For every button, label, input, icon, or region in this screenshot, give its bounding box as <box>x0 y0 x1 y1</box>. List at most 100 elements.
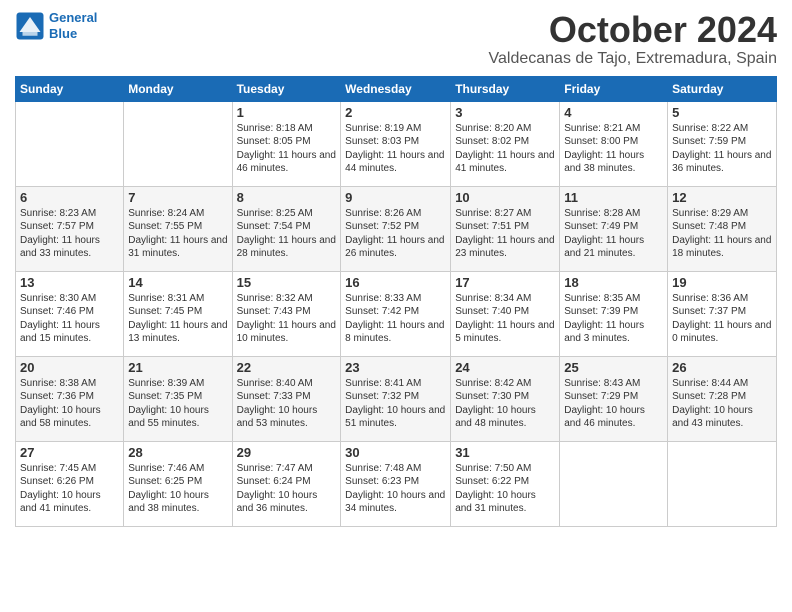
calendar-cell: 29 Sunrise: 7:47 AM Sunset: 6:24 PM Dayli… <box>232 441 341 526</box>
day-number: 17 <box>455 275 555 290</box>
calendar-cell: 18Sunrise: 8:35 AM Sunset: 7:39 PM Dayli… <box>560 271 668 356</box>
logo-text: General Blue <box>49 10 97 41</box>
day-info: Sunrise: 8:31 AM Sunset: 7:45 PM Dayligh… <box>128 292 227 346</box>
day-info: Sunrise: 8:39 AM Sunset: 7:35 PM Dayligh… <box>128 377 227 431</box>
day-info: Sunrise: 8:18 AM Sunset: 8:05 PM Dayligh… <box>237 122 337 176</box>
column-header-saturday: Saturday <box>668 76 777 101</box>
title-block: October 2024 Valdecanas de Tajo, Extrema… <box>489 10 777 68</box>
day-number: 9 <box>345 190 446 205</box>
calendar-cell: 31 Sunrise: 7:50 AM Sunset: 6:22 PM Dayli… <box>451 441 560 526</box>
calendar-header-row: SundayMondayTuesdayWednesdayThursdayFrid… <box>16 76 777 101</box>
calendar-cell <box>560 441 668 526</box>
day-number: 3 <box>455 105 555 120</box>
day-number: 29 <box>237 445 337 460</box>
day-number: 2 <box>345 105 446 120</box>
calendar-cell: 26Sunrise: 8:44 AM Sunset: 7:28 PM Dayli… <box>668 356 777 441</box>
month-title: October 2024 <box>489 10 777 50</box>
day-number: 22 <box>237 360 337 375</box>
calendar-cell: 10 Sunrise: 8:27 AM Sunset: 7:51 PM Dayli… <box>451 186 560 271</box>
calendar-cell: 30Sunrise: 7:48 AM Sunset: 6:23 PM Dayli… <box>341 441 451 526</box>
calendar-cell: 19 Sunrise: 8:36 AM Sunset: 7:37 PM Dayli… <box>668 271 777 356</box>
day-number: 12 <box>672 190 772 205</box>
calendar-cell: 14 Sunrise: 8:31 AM Sunset: 7:45 PM Dayli… <box>124 271 232 356</box>
day-number: 31 <box>455 445 555 460</box>
day-info: Sunrise: 8:27 AM Sunset: 7:51 PM Dayligh… <box>455 207 555 261</box>
day-info: Sunrise: 8:44 AM Sunset: 7:28 PM Dayligh… <box>672 377 772 431</box>
day-info: Sunrise: 7:47 AM Sunset: 6:24 PM Dayligh… <box>237 462 337 516</box>
calendar-cell: 12Sunrise: 8:29 AM Sunset: 7:48 PM Dayli… <box>668 186 777 271</box>
calendar-table: SundayMondayTuesdayWednesdayThursdayFrid… <box>15 76 777 527</box>
day-info: Sunrise: 8:28 AM Sunset: 7:49 PM Dayligh… <box>564 207 663 261</box>
day-number: 5 <box>672 105 772 120</box>
day-info: Sunrise: 8:42 AM Sunset: 7:30 PM Dayligh… <box>455 377 555 431</box>
day-number: 21 <box>128 360 227 375</box>
day-number: 1 <box>237 105 337 120</box>
day-number: 20 <box>20 360 119 375</box>
calendar-cell: 25 Sunrise: 8:43 AM Sunset: 7:29 PM Dayli… <box>560 356 668 441</box>
calendar-week-row: 1 Sunrise: 8:18 AM Sunset: 8:05 PM Daylig… <box>16 101 777 186</box>
calendar-cell: 13 Sunrise: 8:30 AM Sunset: 7:46 PM Dayli… <box>16 271 124 356</box>
calendar-cell: 11 Sunrise: 8:28 AM Sunset: 7:49 PM Dayli… <box>560 186 668 271</box>
calendar-cell: 3 Sunrise: 8:20 AM Sunset: 8:02 PM Daylig… <box>451 101 560 186</box>
day-number: 30 <box>345 445 446 460</box>
day-info: Sunrise: 8:21 AM Sunset: 8:00 PM Dayligh… <box>564 122 663 176</box>
calendar-cell: 4 Sunrise: 8:21 AM Sunset: 8:00 PM Daylig… <box>560 101 668 186</box>
calendar-week-row: 27 Sunrise: 7:45 AM Sunset: 6:26 PM Dayli… <box>16 441 777 526</box>
day-info: Sunrise: 8:23 AM Sunset: 7:57 PM Dayligh… <box>20 207 119 261</box>
day-number: 10 <box>455 190 555 205</box>
column-header-friday: Friday <box>560 76 668 101</box>
logo-icon <box>15 11 45 41</box>
calendar-cell: 22 Sunrise: 8:40 AM Sunset: 7:33 PM Dayli… <box>232 356 341 441</box>
day-info: Sunrise: 8:26 AM Sunset: 7:52 PM Dayligh… <box>345 207 446 261</box>
logo: General Blue <box>15 10 97 41</box>
day-info: Sunrise: 8:41 AM Sunset: 7:32 PM Dayligh… <box>345 377 446 431</box>
calendar-week-row: 6Sunrise: 8:23 AM Sunset: 7:57 PM Daylig… <box>16 186 777 271</box>
calendar-cell: 16 Sunrise: 8:33 AM Sunset: 7:42 PM Dayli… <box>341 271 451 356</box>
calendar-cell: 7 Sunrise: 8:24 AM Sunset: 7:55 PM Daylig… <box>124 186 232 271</box>
calendar-cell: 1 Sunrise: 8:18 AM Sunset: 8:05 PM Daylig… <box>232 101 341 186</box>
column-header-wednesday: Wednesday <box>341 76 451 101</box>
day-info: Sunrise: 8:34 AM Sunset: 7:40 PM Dayligh… <box>455 292 555 346</box>
calendar-cell: 23 Sunrise: 8:41 AM Sunset: 7:32 PM Dayli… <box>341 356 451 441</box>
day-number: 24 <box>455 360 555 375</box>
day-number: 14 <box>128 275 227 290</box>
day-info: Sunrise: 8:25 AM Sunset: 7:54 PM Dayligh… <box>237 207 337 261</box>
day-info: Sunrise: 7:50 AM Sunset: 6:22 PM Dayligh… <box>455 462 555 516</box>
calendar-cell: 9 Sunrise: 8:26 AM Sunset: 7:52 PM Daylig… <box>341 186 451 271</box>
day-info: Sunrise: 8:40 AM Sunset: 7:33 PM Dayligh… <box>237 377 337 431</box>
column-header-sunday: Sunday <box>16 76 124 101</box>
day-number: 11 <box>564 190 663 205</box>
day-number: 16 <box>345 275 446 290</box>
day-number: 4 <box>564 105 663 120</box>
day-number: 15 <box>237 275 337 290</box>
day-info: Sunrise: 8:22 AM Sunset: 7:59 PM Dayligh… <box>672 122 772 176</box>
day-info: Sunrise: 8:43 AM Sunset: 7:29 PM Dayligh… <box>564 377 663 431</box>
day-number: 23 <box>345 360 446 375</box>
day-info: Sunrise: 8:36 AM Sunset: 7:37 PM Dayligh… <box>672 292 772 346</box>
day-info: Sunrise: 8:20 AM Sunset: 8:02 PM Dayligh… <box>455 122 555 176</box>
column-header-monday: Monday <box>124 76 232 101</box>
column-header-tuesday: Tuesday <box>232 76 341 101</box>
calendar-week-row: 20Sunrise: 8:38 AM Sunset: 7:36 PM Dayli… <box>16 356 777 441</box>
day-number: 13 <box>20 275 119 290</box>
calendar-cell: 6Sunrise: 8:23 AM Sunset: 7:57 PM Daylig… <box>16 186 124 271</box>
day-number: 25 <box>564 360 663 375</box>
day-number: 18 <box>564 275 663 290</box>
day-info: Sunrise: 8:24 AM Sunset: 7:55 PM Dayligh… <box>128 207 227 261</box>
day-info: Sunrise: 7:45 AM Sunset: 6:26 PM Dayligh… <box>20 462 119 516</box>
calendar-cell: 21 Sunrise: 8:39 AM Sunset: 7:35 PM Dayli… <box>124 356 232 441</box>
day-info: Sunrise: 8:33 AM Sunset: 7:42 PM Dayligh… <box>345 292 446 346</box>
calendar-cell: 27 Sunrise: 7:45 AM Sunset: 6:26 PM Dayli… <box>16 441 124 526</box>
calendar-cell: 17 Sunrise: 8:34 AM Sunset: 7:40 PM Dayli… <box>451 271 560 356</box>
calendar-cell: 5 Sunrise: 8:22 AM Sunset: 7:59 PM Daylig… <box>668 101 777 186</box>
page-header: General Blue October 2024 Valdecanas de … <box>15 10 777 68</box>
day-number: 19 <box>672 275 772 290</box>
calendar-cell: 15Sunrise: 8:32 AM Sunset: 7:43 PM Dayli… <box>232 271 341 356</box>
calendar-cell: 28Sunrise: 7:46 AM Sunset: 6:25 PM Dayli… <box>124 441 232 526</box>
day-number: 27 <box>20 445 119 460</box>
calendar-cell: 24 Sunrise: 8:42 AM Sunset: 7:30 PM Dayli… <box>451 356 560 441</box>
day-number: 7 <box>128 190 227 205</box>
day-number: 28 <box>128 445 227 460</box>
day-info: Sunrise: 8:30 AM Sunset: 7:46 PM Dayligh… <box>20 292 119 346</box>
day-info: Sunrise: 8:19 AM Sunset: 8:03 PM Dayligh… <box>345 122 446 176</box>
